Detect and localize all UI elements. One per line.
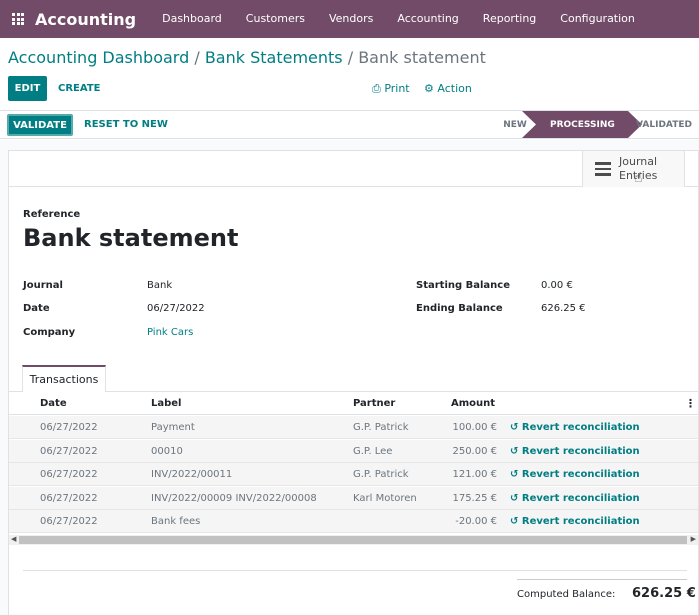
column-partner[interactable]: Partner [353,398,395,409]
company-label: Company [23,327,76,338]
row-partner: G.P. Patrick [353,469,409,480]
nav-vendors[interactable]: Vendors [317,0,385,38]
row-label: 00010 [151,446,183,457]
revert-label: Revert reconciliation [521,446,640,457]
tab-transactions[interactable]: Transactions [22,365,106,392]
scroll-left-icon[interactable]: ◀ [11,535,16,543]
edit-button[interactable]: EDIT [8,76,47,101]
scrollbar-thumb[interactable] [19,536,687,544]
undo-icon: ↺ [510,493,522,504]
row-label: INV/2022/00009 INV/2022/00008 [151,493,317,504]
journal-label: Journal [23,280,63,291]
row-label: Payment [151,422,195,433]
status-bar: VALIDATE RESET TO NEW NEW PROCESSING VAL… [0,110,699,139]
table-row[interactable]: 06/27/2022 00010 G.P. Lee 250.00 € ↺ Rev… [9,440,698,463]
action-label: Action [437,82,472,95]
row-amount: 121.00 € [452,469,497,480]
nav-customers[interactable]: Customers [234,0,317,38]
table-row[interactable]: 06/27/2022 Bank fees -20.00 € ↺ Revert r… [9,510,698,533]
action-menu[interactable]: ⚙ Action [424,82,472,95]
nav-accounting[interactable]: Accounting [385,0,470,38]
reference-label: Reference [23,209,81,220]
column-amount[interactable]: Amount [451,398,495,409]
form-sheet: Journal Entries ☝ Reference Bank stateme… [8,150,699,615]
date-label: Date [23,303,50,314]
divider [517,579,687,580]
divider [23,570,687,571]
column-date[interactable]: Date [40,398,67,409]
optional-columns-icon[interactable]: ⋮ [685,397,696,410]
row-date: 06/27/2022 [40,446,98,457]
row-amount: -20.00 € [455,516,497,527]
column-label[interactable]: Label [151,398,182,409]
computed-balance-value: 626.25 € [632,586,696,601]
gear-icon: ⚙ [424,82,434,95]
breadcrumb-current: Bank statement [358,48,486,67]
row-amount: 100.00 € [452,422,497,433]
row-date: 06/27/2022 [40,422,98,433]
starting-balance-value: 0.00 € [541,280,573,291]
company-link[interactable]: Pink Cars [147,327,193,338]
undo-icon: ↺ [510,422,522,433]
horizontal-scrollbar[interactable]: ◀ ▶ [9,535,698,545]
nav-configuration[interactable]: Configuration [548,0,647,38]
revert-reconciliation-button[interactable]: ↺ Revert reconciliation [510,446,640,457]
date-value: 06/27/2022 [147,303,205,314]
breadcrumb-separator: / [194,48,200,67]
app-name[interactable]: Accounting [35,10,136,29]
validate-button[interactable]: VALIDATE [7,114,73,136]
row-date: 06/27/2022 [40,493,98,504]
revert-reconciliation-button[interactable]: ↺ Revert reconciliation [510,493,640,504]
table-header: Date Label Partner Amount ⋮ [9,392,698,415]
row-date: 06/27/2022 [40,469,98,480]
table-row[interactable]: 06/27/2022 INV/2022/00011 G.P. Patrick 1… [9,463,698,486]
revert-label: Revert reconciliation [521,469,640,480]
revert-label: Revert reconciliation [521,493,640,504]
journal-entries-label-line1: Journal [619,155,658,168]
ending-balance-label: Ending Balance [416,303,503,314]
row-partner: G.P. Patrick [353,422,409,433]
apps-menu-icon[interactable] [4,0,32,38]
breadcrumb-bank-statements[interactable]: Bank Statements [205,48,343,67]
revert-reconciliation-button[interactable]: ↺ Revert reconciliation [510,516,640,527]
create-button[interactable]: CREATE [52,76,107,101]
row-partner: G.P. Lee [353,446,393,457]
print-label: Print [384,82,410,95]
top-navbar: Accounting Dashboard Customers Vendors A… [0,0,699,38]
undo-icon: ↺ [510,469,522,480]
breadcrumb-separator: / [347,48,354,67]
breadcrumb: Accounting Dashboard / Bank Statements /… [8,48,486,67]
list-icon [595,162,611,176]
ending-balance-value: 626.25 € [541,303,586,314]
revert-reconciliation-button[interactable]: ↺ Revert reconciliation [510,469,640,480]
row-date: 06/27/2022 [40,516,98,527]
table-row[interactable]: 06/27/2022 INV/2022/00009 INV/2022/00008… [9,487,698,510]
revert-label: Revert reconciliation [521,516,640,527]
reset-to-new-button[interactable]: RESET TO NEW [84,119,168,130]
row-partner: Karl Motoren [353,493,417,504]
starting-balance-label: Starting Balance [416,280,511,291]
row-label: INV/2022/00011 [151,469,233,480]
nav-reporting[interactable]: Reporting [471,0,548,38]
row-amount: 250.00 € [452,446,497,457]
computed-balance-label: Computed Balance: [517,589,616,600]
row-amount: 175.25 € [452,493,497,504]
print-menu[interactable]: ⎙ Print [372,82,410,96]
stage-validated[interactable]: VALIDATED [634,111,694,138]
revert-label: Revert reconciliation [521,422,640,433]
row-label: Bank fees [151,516,201,527]
revert-reconciliation-button[interactable]: ↺ Revert reconciliation [510,422,640,433]
undo-icon: ↺ [510,446,522,457]
breadcrumb-accounting-dashboard[interactable]: Accounting Dashboard [8,48,189,67]
nav-dashboard[interactable]: Dashboard [150,0,234,38]
print-icon: ⎙ [372,82,381,95]
undo-icon: ↺ [510,516,522,527]
scroll-right-icon[interactable]: ▶ [691,535,696,543]
button-box: Journal Entries ☝ [9,151,698,187]
record-title[interactable]: Bank statement [23,224,238,252]
table-row[interactable]: 06/27/2022 Payment G.P. Patrick 100.00 €… [9,416,698,439]
stage-processing[interactable]: PROCESSING [522,111,642,138]
hand-cursor-icon: ☝ [634,170,643,186]
journal-value: Bank [147,280,173,291]
